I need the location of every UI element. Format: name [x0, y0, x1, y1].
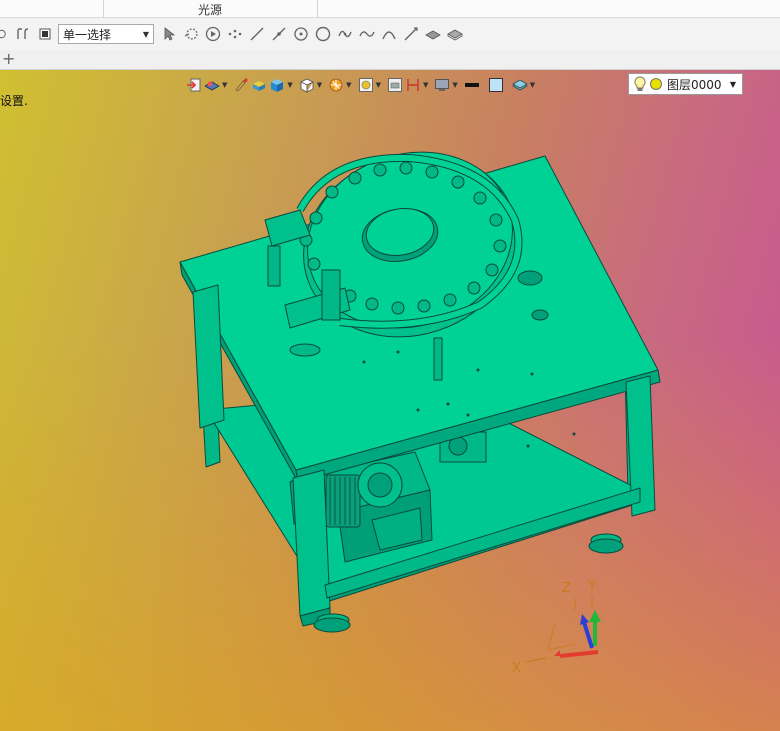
- line-icon[interactable]: [246, 23, 268, 45]
- rotate-icon[interactable]: [0, 23, 12, 45]
- selection-filter-dropdown[interactable]: 单一选择 ▼: [58, 24, 154, 44]
- spline-icon[interactable]: [334, 23, 356, 45]
- 3d-viewport[interactable]: 设置. ▼ ▼ ▼ ▼ ▼ ▼ ▼ ▼ 图层0000 ▼ X Y Z: [0, 70, 780, 731]
- model-render[interactable]: X Y Z: [0, 70, 780, 731]
- ribbon-separator: [317, 0, 318, 18]
- axis-z-label: Z: [562, 581, 571, 596]
- arc-icon[interactable]: [378, 23, 400, 45]
- smart-pick-icon[interactable]: [180, 23, 202, 45]
- selection-filter-value: 单一选择: [63, 27, 112, 42]
- undo-redo-icon[interactable]: [12, 23, 34, 45]
- axis-icon[interactable]: [400, 23, 422, 45]
- ribbon-group-label-light: 光源: [197, 3, 222, 17]
- center-point-icon[interactable]: [290, 23, 312, 45]
- ribbon-group-labels: 光源: [0, 0, 780, 18]
- document-tab-strip: +: [0, 50, 780, 70]
- selection-toolbar: 单一选择 ▼: [0, 18, 780, 50]
- chevron-down-icon: ▼: [142, 29, 149, 39]
- axis-x-label: X: [512, 661, 521, 676]
- stop-icon[interactable]: [34, 23, 56, 45]
- axis-y-label: Y: [587, 579, 596, 594]
- axis-triad: X Y Z: [512, 579, 601, 676]
- cursor-pick-icon[interactable]: [158, 23, 180, 45]
- curve-icon[interactable]: [356, 23, 378, 45]
- point-cloud-icon[interactable]: [224, 23, 246, 45]
- solid-icon[interactable]: [444, 23, 466, 45]
- surface-icon[interactable]: [422, 23, 444, 45]
- circle-icon[interactable]: [312, 23, 334, 45]
- play-icon[interactable]: [202, 23, 224, 45]
- edge-icon[interactable]: [268, 23, 290, 45]
- add-tab-button[interactable]: +: [2, 51, 15, 67]
